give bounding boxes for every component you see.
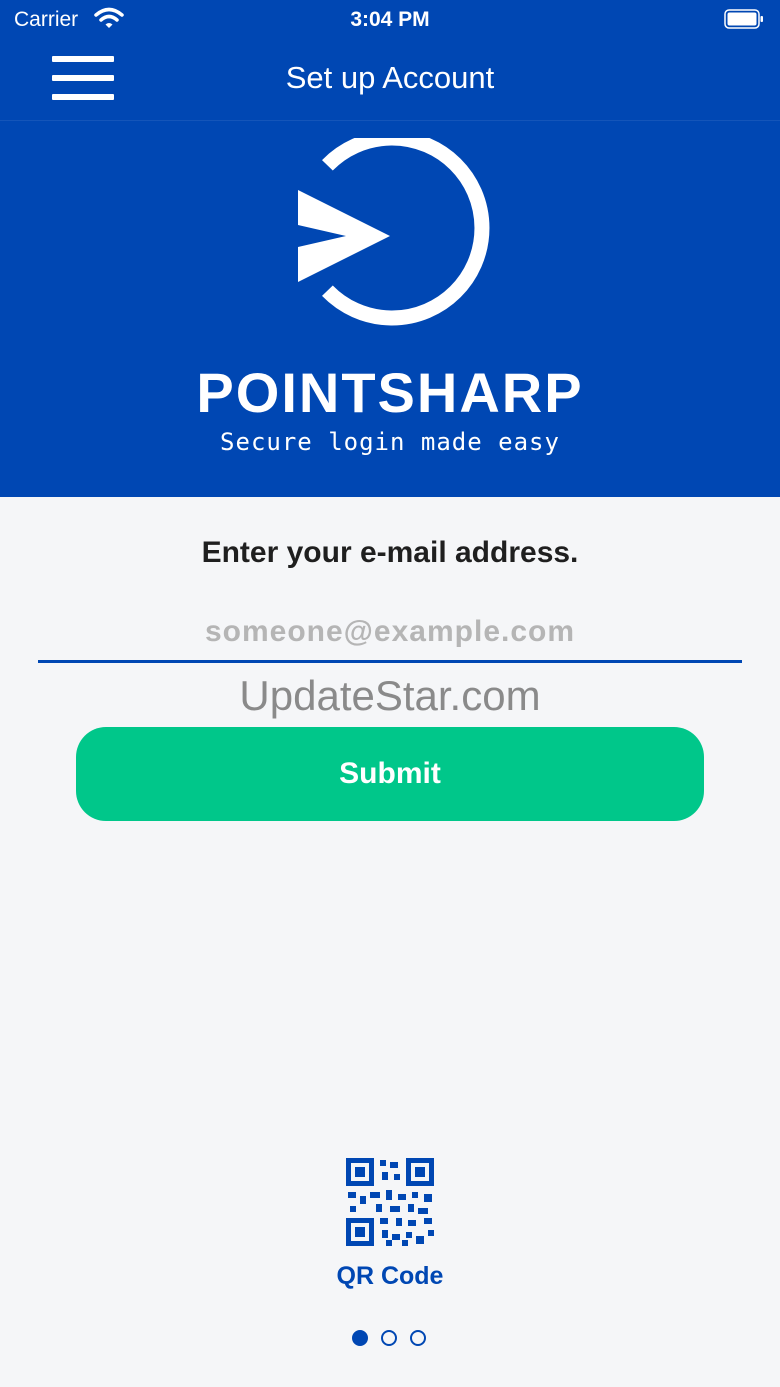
- status-bar: Carrier 3:04 PM: [0, 0, 780, 40]
- pointsharp-logo-icon: [298, 138, 490, 326]
- page-dot-2[interactable]: [381, 1330, 397, 1346]
- header-banner: Carrier 3:04 PM Set up Account POINTSHAR…: [0, 0, 780, 497]
- page-dot-1[interactable]: [352, 1330, 368, 1346]
- page-indicator: [350, 1328, 430, 1352]
- page-title: Set up Account: [285, 60, 495, 95]
- email-field[interactable]: [38, 604, 742, 663]
- brand-tagline: Secure login made easy: [220, 428, 560, 456]
- email-prompt: Enter your e-mail address.: [201, 536, 579, 569]
- watermark-text: UpdateStar.com: [239, 672, 541, 719]
- submit-button[interactable]: Submit: [76, 727, 704, 821]
- status-time: 3:04 PM: [350, 8, 430, 31]
- brand-name: POINTSHARP: [196, 361, 584, 424]
- qr-code-icon[interactable]: [346, 1158, 434, 1246]
- page-dot-3[interactable]: [410, 1330, 426, 1346]
- qr-code-label[interactable]: QR Code: [0, 1262, 780, 1291]
- battery-icon: [724, 9, 763, 29]
- navigation-bar: Set up Account: [0, 40, 780, 121]
